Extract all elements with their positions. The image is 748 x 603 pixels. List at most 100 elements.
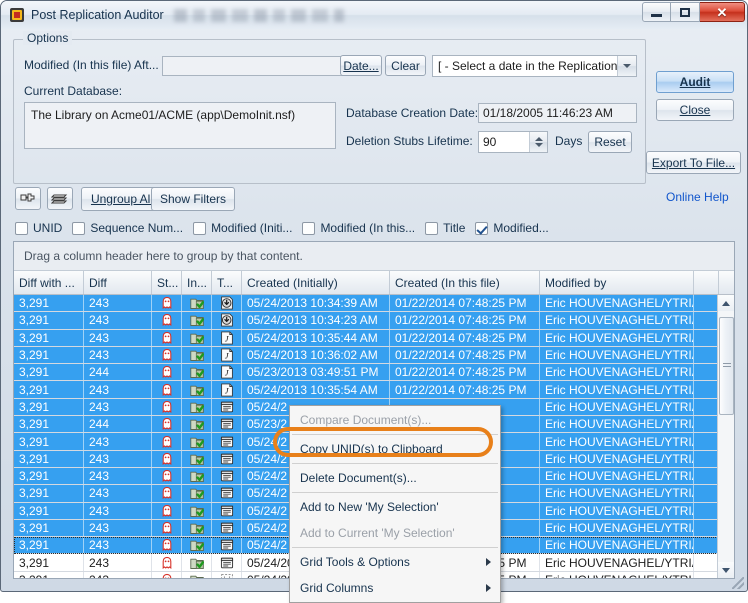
cell-modified-by: Eric HOUVENAGHEL/YTRIA bbox=[540, 537, 694, 554]
table-row[interactable]: 3,291 243 J 05/24/2013 10:36:02 AM 01/22/201… bbox=[14, 346, 734, 365]
cell-status bbox=[152, 450, 182, 467]
table-row[interactable]: 3,291 243 05/24/2013 10:34:39 AM 01/22/2014… bbox=[14, 295, 734, 313]
checkbox-icon[interactable] bbox=[302, 221, 316, 235]
form-doc-icon bbox=[220, 540, 233, 551]
table-row[interactable]: 3,291 243 05/24/2013 10:34:23 AM 01/22/2014… bbox=[14, 312, 734, 330]
close-window-button[interactable]: ✕ bbox=[700, 2, 745, 22]
checkbox-icon[interactable] bbox=[15, 221, 28, 235]
cell-in bbox=[182, 537, 212, 554]
reset-button[interactable]: Reset bbox=[588, 131, 632, 153]
export-button-label: Export To File... bbox=[651, 155, 736, 170]
checkbox-icon[interactable] bbox=[425, 221, 439, 235]
show-filters-button[interactable]: Show Filters bbox=[151, 187, 235, 211]
cell-diff: 243 bbox=[84, 295, 152, 312]
grid-column-header-6[interactable]: Created (In this file) bbox=[390, 271, 540, 294]
context-menu-item-label: Delete Document(s)... bbox=[300, 471, 417, 485]
cell-diff-with: 3,291 bbox=[14, 312, 84, 329]
cell-spacer bbox=[694, 398, 719, 416]
group-by-panel[interactable]: Drag a column header here to group by th… bbox=[14, 242, 734, 271]
current-database-label: Current Database: bbox=[24, 84, 123, 98]
modified-after-input[interactable] bbox=[162, 56, 344, 76]
checkbox-icon[interactable] bbox=[193, 221, 207, 235]
cell-type bbox=[212, 519, 242, 537]
options-group: Options Modified (In this file) Aft... D… bbox=[13, 31, 646, 184]
cell-status bbox=[152, 537, 182, 554]
cell-created-in-file: 01/22/2014 07:48:25 PM bbox=[390, 312, 540, 329]
folder-check-icon bbox=[189, 437, 204, 448]
stubs-lifetime-value[interactable]: 90 bbox=[479, 135, 529, 149]
stubs-lifetime-stepper[interactable]: 90 bbox=[478, 131, 548, 153]
grid-column-header-5[interactable]: Created (Initially) bbox=[242, 271, 390, 294]
context-menu-item-1[interactable]: Copy UNID(s) to Clipboard bbox=[290, 436, 500, 462]
column-toggle-4[interactable]: Title bbox=[425, 221, 465, 235]
cell-created-in-file: 01/22/2014 07:48:25 PM bbox=[390, 329, 540, 346]
clear-button[interactable]: Clear bbox=[385, 55, 426, 76]
chevron-down-icon[interactable] bbox=[617, 56, 636, 76]
grid-column-header-2[interactable]: St... bbox=[152, 271, 182, 294]
close-button[interactable]: Close bbox=[656, 99, 734, 121]
context-menu-item-2[interactable]: Delete Document(s)... bbox=[290, 465, 500, 491]
cell-spacer bbox=[694, 519, 719, 537]
table-row[interactable]: 3,291 244 J 05/23/2013 03:49:51 PM 01/22/201… bbox=[14, 364, 734, 382]
date-button[interactable]: Date... bbox=[340, 55, 382, 76]
scrollbar-thumb[interactable] bbox=[719, 317, 734, 415]
layers-button[interactable] bbox=[47, 187, 73, 210]
folder-check-icon bbox=[189, 541, 204, 552]
scroll-up-button[interactable] bbox=[718, 295, 734, 311]
column-toggle-3[interactable]: Modified (In this... bbox=[302, 221, 415, 235]
spinner-arrows-icon[interactable] bbox=[529, 132, 547, 152]
column-toggle-0[interactable]: UNID bbox=[15, 221, 62, 235]
replication-history-dropdown[interactable]: [ - Select a date in the Replication Hi bbox=[432, 55, 637, 77]
grid-column-header-3[interactable]: In... bbox=[182, 271, 212, 294]
cell-diff: 243 bbox=[84, 485, 152, 502]
checkbox-icon[interactable] bbox=[72, 221, 86, 235]
column-toggle-5[interactable]: Modified... bbox=[475, 221, 549, 235]
group-columns-button[interactable] bbox=[15, 187, 41, 210]
cell-in bbox=[182, 433, 212, 450]
column-toggle-1[interactable]: Sequence Num... bbox=[72, 221, 183, 235]
grid-vertical-scrollbar[interactable] bbox=[717, 295, 734, 578]
form-doc-icon bbox=[220, 522, 233, 534]
title-bar[interactable]: Post Replication Auditor ✕ bbox=[1, 1, 747, 29]
grid-column-header-8[interactable] bbox=[694, 271, 719, 294]
table-row[interactable]: 3,291 243 J 05/24/2013 10:35:54 AM 01/22/201… bbox=[14, 381, 734, 399]
column-toggle-row: UNID Sequence Num... Modified (Initi... Mod… bbox=[15, 219, 559, 237]
ghost-icon bbox=[162, 314, 171, 327]
column-toggle-2[interactable]: Modified (Initi... bbox=[193, 221, 292, 235]
download-doc-icon bbox=[220, 313, 233, 327]
folder-check-icon bbox=[189, 350, 204, 361]
app-window: Post Replication Auditor ✕ Options Modif… bbox=[0, 0, 748, 603]
grid-column-header-0[interactable]: Diff with ... bbox=[14, 271, 84, 294]
context-menu-item-5[interactable]: Grid Tools & Options bbox=[290, 549, 500, 575]
cell-spacer bbox=[694, 554, 719, 571]
grid-column-header-7[interactable]: Modified by bbox=[540, 271, 694, 294]
table-row[interactable]: 3,291 243 J 05/24/2013 10:35:44 AM 01/22/201… bbox=[14, 329, 734, 347]
export-to-file-button[interactable]: Export To File... bbox=[646, 151, 741, 174]
scroll-down-button[interactable] bbox=[718, 562, 734, 578]
cell-diff: 244 bbox=[84, 364, 152, 381]
cell-type: J bbox=[212, 346, 242, 364]
audit-button-label: Audit bbox=[679, 75, 711, 89]
online-help-link[interactable]: Online Help bbox=[666, 190, 729, 204]
cell-in bbox=[182, 502, 212, 519]
grid-column-header-1[interactable]: Diff bbox=[84, 271, 152, 294]
cell-diff-with: 3,291 bbox=[14, 554, 84, 571]
cell-spacer bbox=[694, 346, 719, 364]
minimize-button[interactable] bbox=[642, 2, 671, 22]
grid-column-header-4[interactable]: T... bbox=[212, 271, 242, 294]
cell-in bbox=[182, 329, 212, 346]
cell-created-initially: 05/23/2013 03:49:51 PM bbox=[242, 364, 390, 381]
column-toggle-label: Modified (In this... bbox=[320, 221, 416, 235]
context-menu-item-label: Grid Tools & Options bbox=[300, 555, 410, 569]
maximize-button[interactable] bbox=[671, 2, 700, 22]
context-menu-item-3[interactable]: Add to New 'My Selection' bbox=[290, 494, 500, 520]
cell-diff: 243 bbox=[84, 346, 152, 364]
form-doc-icon bbox=[220, 453, 233, 465]
cell-diff: 243 bbox=[84, 398, 152, 416]
audit-button[interactable]: Audit bbox=[656, 71, 734, 93]
resize-grip-icon[interactable] bbox=[732, 577, 744, 589]
context-menu-item-0: Compare Document(s)... bbox=[290, 407, 500, 433]
cell-diff-with: 3,291 bbox=[14, 571, 84, 578]
cell-status bbox=[152, 485, 182, 502]
checkbox-checked-icon[interactable] bbox=[475, 221, 489, 235]
